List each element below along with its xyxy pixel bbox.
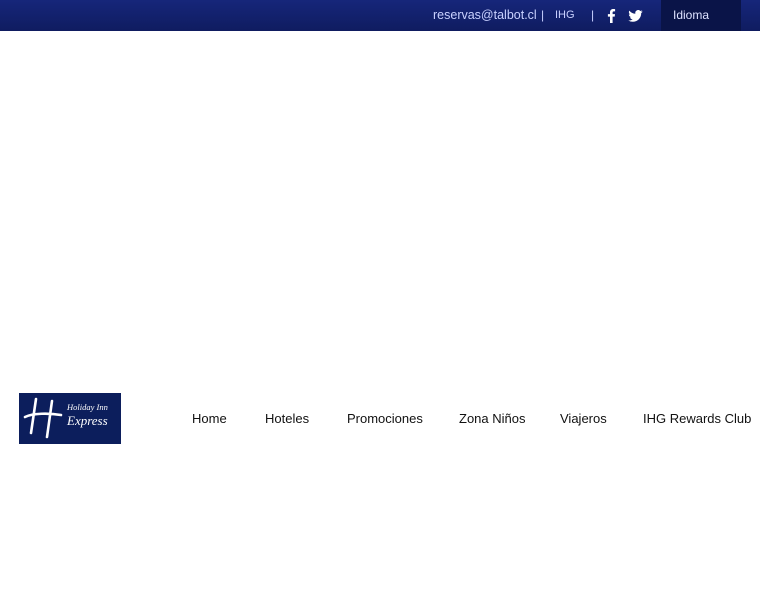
topbar-separator: |	[541, 8, 545, 22]
nav-item-hoteles[interactable]: Hoteles	[265, 411, 309, 426]
facebook-icon[interactable]	[607, 9, 616, 23]
logo-line1: Holiday Inn	[67, 402, 108, 412]
language-label: Idioma	[673, 8, 710, 22]
main-navigation: Holiday Inn Express Home Hoteles Promoci…	[0, 393, 760, 445]
nav-item-ihg-rewards-club[interactable]: IHG Rewards Club	[643, 411, 751, 426]
ihg-link[interactable]: IHG	[555, 9, 575, 21]
top-bar: reservas@talbot.cl | IHG | Idioma	[0, 0, 760, 31]
email-link[interactable]: reservas@talbot.cl	[433, 8, 537, 22]
topbar-separator: |	[591, 8, 595, 22]
nav-item-promociones[interactable]: Promociones	[347, 411, 423, 426]
nav-item-zona-ninos[interactable]: Zona Niños	[459, 411, 525, 426]
twitter-icon[interactable]	[628, 10, 643, 22]
logo-line2: Express	[67, 412, 108, 428]
nav-item-viajeros[interactable]: Viajeros	[560, 411, 607, 426]
brand-logo[interactable]: Holiday Inn Express	[19, 393, 121, 444]
language-selector[interactable]: Idioma	[661, 0, 741, 31]
logo-text: Holiday Inn Express	[67, 403, 108, 427]
nav-item-home[interactable]: Home	[192, 411, 227, 426]
